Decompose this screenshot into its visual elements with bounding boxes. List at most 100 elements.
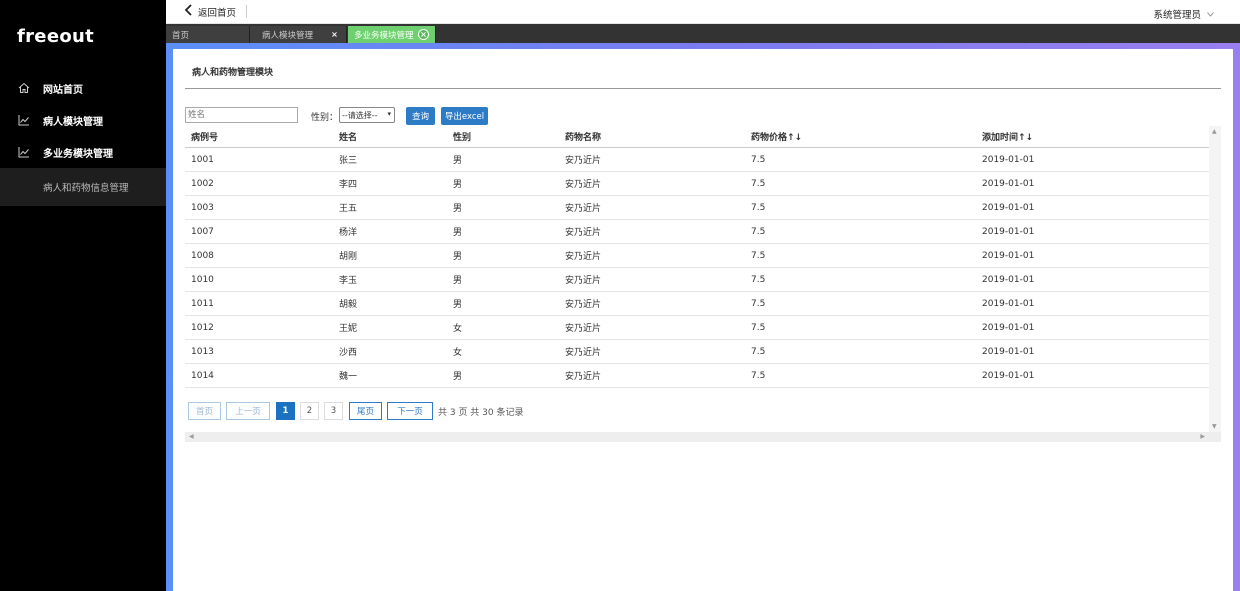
sidebar-subitem-patient-drug[interactable]: 病人和药物信息管理 xyxy=(0,168,166,206)
cell-drug-price: 7.5 xyxy=(751,202,766,213)
cell-gender: 女 xyxy=(453,324,463,334)
cell-name: 王妮 xyxy=(339,324,358,334)
first-page-button[interactable]: 首页 xyxy=(188,402,221,420)
table-row[interactable]: 1007 杨洋 男 安乃近片 7.5 2019-01-01 xyxy=(185,220,1209,244)
sidebar-item-label: 多业务模块管理 xyxy=(43,148,113,160)
cell-add-time: 2019-01-01 xyxy=(982,154,1035,165)
cell-gender: 男 xyxy=(453,156,463,166)
cell-name: 胡毅 xyxy=(339,300,358,310)
cell-drug-price: 7.5 xyxy=(751,250,766,261)
cell-drug-price: 7.5 xyxy=(751,154,766,165)
table-header-row: 病例号 姓名 性别 药物名称 药物价格↑↓ 添加时间↑↓ xyxy=(185,126,1209,148)
cell-gender: 男 xyxy=(453,276,463,286)
table-row[interactable]: 1012 王妮 女 安乃近片 7.5 2019-01-01 xyxy=(185,316,1209,340)
cell-case-no: 1010 xyxy=(191,274,214,285)
cell-case-no: 1014 xyxy=(191,370,214,381)
data-table: 病例号 姓名 性别 药物名称 药物价格↑↓ 添加时间↑↓ 1001 张三男安乃近片… xyxy=(185,126,1221,432)
gender-select-value: --请选择-- xyxy=(342,110,378,120)
cell-case-no: 1002 xyxy=(191,178,214,189)
cell-case-no: 1007 xyxy=(191,226,214,237)
cell-gender: 男 xyxy=(453,180,463,190)
column-header-drug-name[interactable]: 药物名称 xyxy=(565,126,601,147)
table-row[interactable]: 1003 王五 男 安乃近片 7.5 2019-01-01 xyxy=(185,196,1209,220)
user-menu[interactable]: 系统管理员 xyxy=(1153,7,1214,21)
back-home-link[interactable]: 返回首页 xyxy=(184,4,236,19)
cell-add-time: 2019-01-01 xyxy=(982,202,1035,213)
cell-drug-price: 7.5 xyxy=(751,178,766,189)
scroll-left-icon[interactable]: ◀ xyxy=(189,433,194,440)
cell-drug-price: 7.5 xyxy=(751,346,766,357)
chart-icon xyxy=(17,145,31,159)
cell-add-time: 2019-01-01 xyxy=(982,370,1035,381)
scroll-up-icon[interactable]: ▲ xyxy=(1212,128,1217,135)
table-row[interactable]: 1008 胡刚 男 安乃近片 7.5 2019-01-01 xyxy=(185,244,1209,268)
next-page-button[interactable]: 下一页 xyxy=(387,402,433,420)
cell-gender: 男 xyxy=(453,228,463,238)
cell-add-time: 2019-01-01 xyxy=(982,346,1035,357)
chevron-down-icon xyxy=(1207,10,1214,19)
page-2-button[interactable]: 2 xyxy=(300,402,319,420)
cell-drug-name: 安乃近片 xyxy=(565,276,602,286)
cell-drug-name: 安乃近片 xyxy=(565,324,602,334)
cell-gender: 女 xyxy=(453,348,463,358)
sidebar: freeout 网站首页 病人模块管理 多业务模块管理 病人和药物信息管理 xyxy=(0,0,166,591)
cell-drug-price: 7.5 xyxy=(751,298,766,309)
gender-label: 性别： xyxy=(311,113,339,123)
cell-gender: 男 xyxy=(453,372,463,382)
name-search-input[interactable] xyxy=(185,107,298,123)
cell-gender: 男 xyxy=(453,204,463,214)
cell-add-time: 2019-01-01 xyxy=(982,250,1035,261)
cell-drug-name: 安乃近片 xyxy=(565,156,602,166)
close-icon[interactable]: × xyxy=(418,29,429,40)
cell-case-no: 1013 xyxy=(191,346,214,357)
page-3-button[interactable]: 3 xyxy=(324,402,343,420)
horizontal-scrollbar[interactable]: ◀ ▶ xyxy=(185,432,1221,442)
cell-case-no: 1008 xyxy=(191,250,214,261)
query-button[interactable]: 查询 xyxy=(406,107,435,125)
cell-name: 魏一 xyxy=(339,372,358,382)
table-row[interactable]: 1001 张三 男 安乃近片 7.5 2019-01-01 xyxy=(185,148,1209,172)
sidebar-item-home[interactable]: 网站首页 xyxy=(0,74,166,102)
tab-patient-module[interactable]: 病人模块管理 × xyxy=(250,26,347,43)
divider xyxy=(185,88,1221,89)
tab-label: 多业务模块管理 xyxy=(354,30,414,41)
table-row[interactable]: 1014 魏一 男 安乃近片 7.5 2019-01-01 xyxy=(185,364,1209,388)
last-page-button[interactable]: 尾页 xyxy=(349,402,382,420)
gender-select[interactable]: --请选择-- ▾ xyxy=(339,107,395,123)
close-icon[interactable]: × xyxy=(329,29,340,40)
tab-multi-business[interactable]: 多业务模块管理 × xyxy=(348,26,436,43)
dropdown-arrow-icon: ▾ xyxy=(387,110,391,118)
column-header-gender[interactable]: 性别 xyxy=(453,126,471,147)
cell-case-no: 1001 xyxy=(191,154,214,165)
vertical-scrollbar[interactable]: ▲ ▼ xyxy=(1209,126,1221,432)
cell-drug-name: 安乃近片 xyxy=(565,204,602,214)
cell-drug-name: 安乃近片 xyxy=(565,228,602,238)
cell-drug-price: 7.5 xyxy=(751,322,766,333)
cell-drug-name: 安乃近片 xyxy=(565,180,602,190)
cell-add-time: 2019-01-01 xyxy=(982,178,1035,189)
column-header-add-time[interactable]: 添加时间↑↓ xyxy=(982,126,1033,147)
page-1-button[interactable]: 1 xyxy=(276,402,295,420)
table-row[interactable]: 1011 胡毅 男 安乃近片 7.5 2019-01-01 xyxy=(185,292,1209,316)
export-excel-button[interactable]: 导出excel xyxy=(441,107,488,125)
sidebar-item-multi-business[interactable]: 多业务模块管理 xyxy=(0,138,166,166)
column-header-drug-price[interactable]: 药物价格↑↓ xyxy=(751,126,802,147)
divider xyxy=(246,5,247,18)
cell-gender: 男 xyxy=(453,300,463,310)
page-title: 病人和药物管理模块 xyxy=(192,68,274,78)
table-row[interactable]: 1013 沙西 女 安乃近片 7.5 2019-01-01 xyxy=(185,340,1209,364)
prev-page-button[interactable]: 上一页 xyxy=(226,402,270,420)
tab-home[interactable]: 首页 xyxy=(166,26,250,43)
scroll-right-icon[interactable]: ▶ xyxy=(1200,433,1205,440)
scroll-down-icon[interactable]: ▼ xyxy=(1212,423,1217,430)
cell-gender: 男 xyxy=(453,252,463,262)
column-header-case-no[interactable]: 病例号 xyxy=(191,126,218,147)
cell-drug-name: 安乃近片 xyxy=(565,252,602,262)
chart-icon xyxy=(17,113,31,127)
sidebar-item-patient[interactable]: 病人模块管理 xyxy=(0,106,166,134)
column-header-name[interactable]: 姓名 xyxy=(339,126,357,147)
table-row[interactable]: 1010 李玉 男 安乃近片 7.5 2019-01-01 xyxy=(185,268,1209,292)
table-row[interactable]: 1002 李四 男 安乃近片 7.5 2019-01-01 xyxy=(185,172,1209,196)
chevron-left-icon xyxy=(184,4,193,19)
cell-add-time: 2019-01-01 xyxy=(982,226,1035,237)
